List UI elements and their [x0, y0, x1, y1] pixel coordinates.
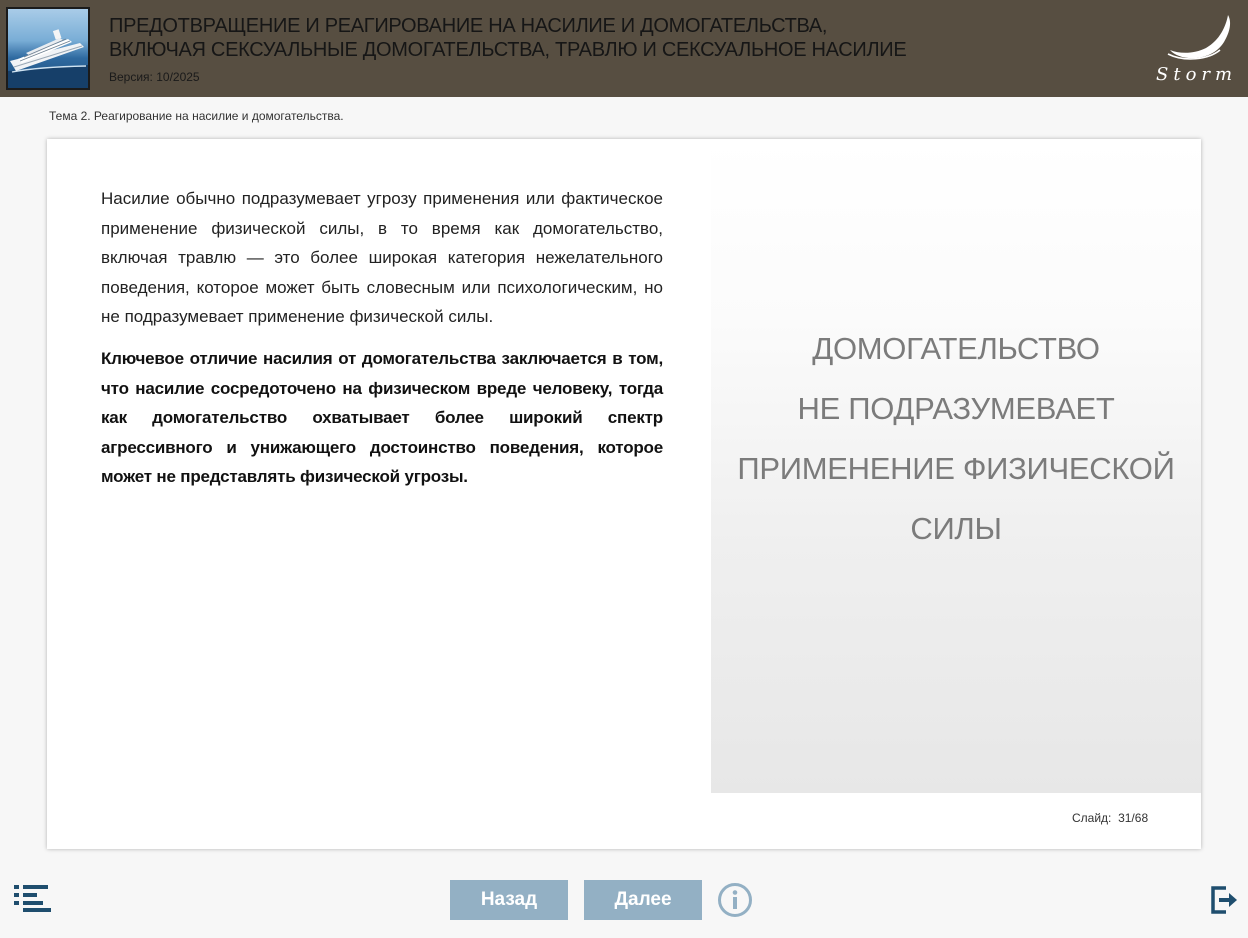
menu-list-icon[interactable] — [14, 884, 52, 912]
info-icon[interactable] — [717, 882, 753, 918]
highlight-line1: ДОМОГАТЕЛЬСТВО — [812, 331, 1100, 366]
highlight-panel: ДОМОГАТЕЛЬСТВО НЕ ПОДРАЗУМЕВАЕТ ПРИМЕНЕН… — [711, 139, 1201, 793]
course-title-line2: ВКЛЮЧАЯ СЕКСУАЛЬНЫЕ ДОМОГАТЕЛЬСТВА, ТРАВ… — [109, 39, 907, 61]
slide-text: Насилие обычно подразумевает угрозу прим… — [101, 184, 663, 492]
highlight-line2: НЕ ПОДРАЗУМЕВАЕТ — [797, 391, 1115, 426]
topic-breadcrumb: Тема 2. Реагирование на насилие и домога… — [49, 109, 344, 123]
cruise-ship-image — [6, 7, 90, 90]
highlight-line3: ПРИМЕНЕНИЕ ФИЗИЧЕСКОЙ — [737, 451, 1175, 486]
paragraph-key-difference: Ключевое отличие насилия от домогательст… — [101, 348, 663, 487]
slide-counter-current: 31 — [1118, 811, 1132, 825]
exit-icon[interactable] — [1209, 885, 1239, 915]
highlight-line4: СИЛЫ — [910, 511, 1002, 546]
version-label: Версия: 10/2025 — [109, 70, 200, 84]
course-title: ПРЕДОТВРАЩЕНИЕ И РЕАГИРОВАНИЕ НА НАСИЛИЕ… — [109, 14, 1129, 62]
storm-logo-icon: Storm — [1150, 10, 1242, 88]
highlight-text: ДОМОГАТЕЛЬСТВО НЕ ПОДРАЗУМЕВАЕТ ПРИМЕНЕН… — [711, 319, 1201, 559]
slide-counter-label: Слайд: — [1072, 811, 1112, 825]
back-button[interactable]: Назад — [450, 880, 568, 920]
course-header: ПРЕДОТВРАЩЕНИЕ И РЕАГИРОВАНИЕ НА НАСИЛИЕ… — [0, 0, 1248, 97]
svg-text:Storm: Storm — [1156, 64, 1237, 85]
course-title-line1: ПРЕДОТВРАЩЕНИЕ И РЕАГИРОВАНИЕ НА НАСИЛИЕ… — [109, 15, 828, 37]
slide-card: Насилие обычно подразумевает угрозу прим… — [47, 139, 1201, 849]
next-button[interactable]: Далее — [584, 880, 702, 920]
paragraph-definition: Насилие обычно подразумевает угрозу прим… — [101, 189, 663, 327]
slide-counter-total: 68 — [1134, 811, 1149, 825]
slide-counter: Слайд: 31/68 — [1072, 811, 1149, 825]
